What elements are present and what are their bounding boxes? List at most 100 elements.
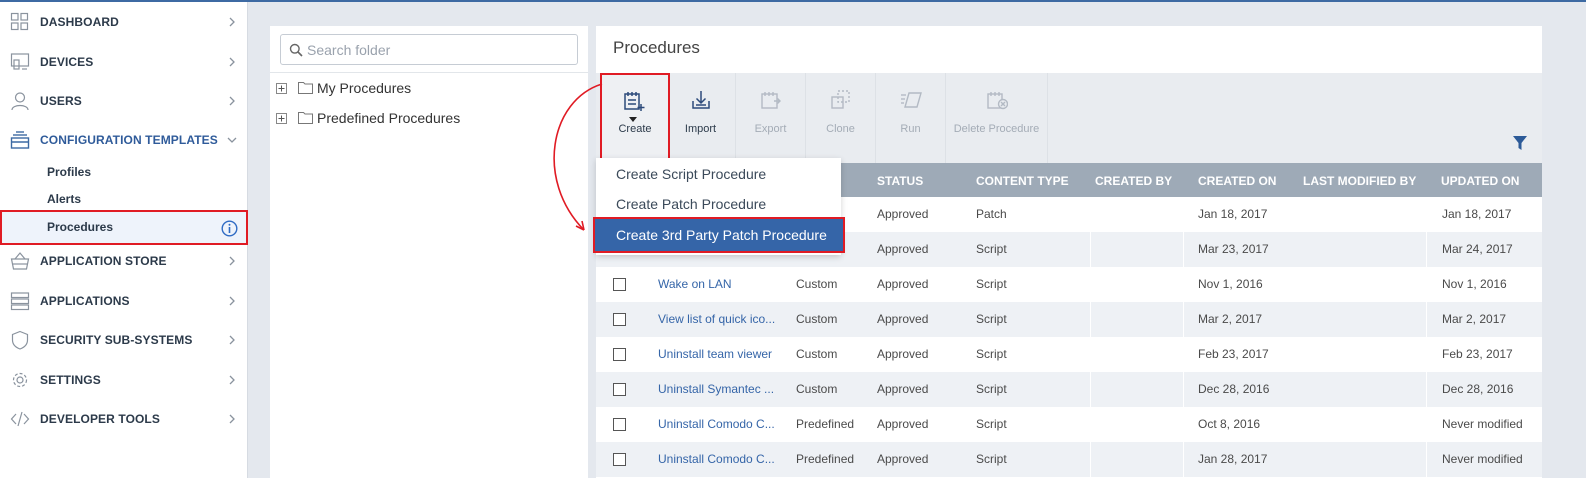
- column-separator: [1090, 302, 1091, 337]
- caret-down-icon: [629, 117, 637, 122]
- cell-name-link[interactable]: Uninstall team viewer: [658, 347, 772, 361]
- expand-plus-icon[interactable]: [276, 83, 287, 94]
- export-button[interactable]: Export: [736, 73, 806, 163]
- table-row[interactable]: Uninstall Comodo C... Predefined Approve…: [596, 407, 1542, 442]
- cell-created-on: Feb 23, 2017: [1198, 347, 1269, 361]
- clone-button[interactable]: Clone: [806, 73, 876, 163]
- menu-item-create-patch-procedure[interactable]: Create Patch Procedure: [596, 189, 841, 218]
- cell-type: Custom: [796, 347, 838, 361]
- nav-settings[interactable]: SETTINGS: [0, 362, 248, 398]
- cell-type: Custom: [796, 277, 838, 291]
- nav-application-store-label: APPLICATION STORE: [40, 254, 167, 268]
- cell-name-link[interactable]: Uninstall Comodo C...: [658, 452, 775, 466]
- cell-status: Approved: [877, 207, 929, 221]
- info-icon[interactable]: [221, 220, 238, 237]
- row-checkbox[interactable]: [613, 278, 626, 291]
- cell-content-type: Script: [976, 347, 1007, 361]
- chevron-right-icon: [229, 375, 235, 385]
- gear-icon: [12, 372, 28, 388]
- create-button[interactable]: Create: [600, 73, 670, 163]
- row-checkbox[interactable]: [613, 383, 626, 396]
- row-checkbox[interactable]: [613, 418, 626, 431]
- divider: [270, 72, 588, 73]
- table-row[interactable]: Uninstall team viewer Custom Approved Sc…: [596, 337, 1542, 372]
- cell-name-link[interactable]: Wake on LAN: [658, 277, 732, 291]
- nav-users[interactable]: USERS: [0, 83, 248, 119]
- devices-icon: [10, 53, 30, 70]
- cell-updated-on: Mar 2, 2017: [1442, 312, 1507, 326]
- column-header-created-by[interactable]: CREATED BY: [1095, 174, 1172, 188]
- column-separator: [1426, 372, 1427, 407]
- column-header-last-modified-by[interactable]: LAST MODIFIED BY: [1303, 174, 1416, 188]
- cell-created-on: Mar 2, 2017: [1198, 312, 1263, 326]
- run-button[interactable]: Run: [876, 73, 946, 163]
- tree-item-predefined-procedures[interactable]: Predefined Procedures: [276, 108, 576, 130]
- cell-name-link[interactable]: Uninstall Symantec ...: [658, 382, 774, 396]
- nav-security-sub-systems[interactable]: SECURITY SUB-SYSTEMS: [0, 322, 248, 358]
- column-separator: [1426, 232, 1427, 267]
- nav-developer-tools[interactable]: DEVELOPER TOOLS: [0, 401, 248, 437]
- chevron-right-icon: [229, 57, 235, 67]
- import-button[interactable]: Import: [666, 73, 736, 163]
- cell-name-link[interactable]: View list of quick ico...: [658, 312, 775, 326]
- subnav-profiles[interactable]: Profiles: [0, 159, 248, 186]
- cell-updated-on: Jan 18, 2017: [1442, 207, 1512, 221]
- nav-devices[interactable]: DEVICES: [0, 44, 248, 80]
- cell-created-on: Jan 28, 2017: [1198, 452, 1268, 466]
- cell-updated-on: Mar 24, 2017: [1442, 242, 1513, 256]
- table-row[interactable]: Uninstall Symantec ... Custom Approved S…: [596, 372, 1542, 407]
- cell-updated-on: Feb 23, 2017: [1442, 347, 1513, 361]
- nav-configuration-templates[interactable]: CONFIGURATION TEMPLATES: [0, 122, 248, 158]
- import-icon: [692, 91, 710, 109]
- column-header-created-on[interactable]: CREATED ON: [1198, 174, 1276, 188]
- nav-developer-tools-label: DEVELOPER TOOLS: [40, 412, 160, 426]
- column-header-content-type[interactable]: CONTENT TYPE: [976, 174, 1069, 188]
- folder-icon: [298, 82, 313, 94]
- table-row[interactable]: View list of quick ico... Custom Approve…: [596, 302, 1542, 337]
- nav-application-store[interactable]: APPLICATION STORE: [0, 243, 248, 279]
- filter-icon[interactable]: [1512, 135, 1528, 151]
- folder-icon: [298, 112, 313, 124]
- cell-updated-on: Never modified: [1442, 417, 1523, 431]
- cell-created-on: Dec 28, 2016: [1198, 382, 1270, 396]
- menu-item-create-script-procedure[interactable]: Create Script Procedure: [596, 159, 841, 188]
- expand-plus-icon[interactable]: [276, 113, 287, 124]
- templates-icon: [10, 131, 30, 149]
- dashboard-grid-icon: [10, 12, 29, 31]
- applications-icon: [10, 292, 30, 311]
- column-separator: [1426, 442, 1427, 477]
- column-header-status[interactable]: STATUS: [877, 174, 923, 188]
- cell-name-link[interactable]: Uninstall Comodo C...: [658, 417, 775, 431]
- nav-applications[interactable]: APPLICATIONS: [0, 283, 248, 319]
- chevron-right-icon: [229, 335, 235, 345]
- cell-status: Approved: [877, 312, 929, 326]
- user-icon: [11, 92, 29, 111]
- column-separator: [1183, 302, 1184, 337]
- row-checkbox[interactable]: [613, 348, 626, 361]
- folder-search-input[interactable]: [307, 38, 567, 62]
- nav-settings-label: SETTINGS: [40, 373, 101, 387]
- subnav-alerts[interactable]: Alerts: [0, 186, 248, 213]
- nav-dashboard[interactable]: DASHBOARD: [0, 4, 248, 40]
- subnav-procedures[interactable]: Procedures: [0, 210, 248, 245]
- chevron-right-icon: [229, 256, 235, 266]
- cell-status: Approved: [877, 277, 929, 291]
- menu-item-label: Create 3rd Party Patch Procedure: [616, 227, 827, 243]
- subnav-profiles-label: Profiles: [47, 165, 92, 179]
- menu-item-create-3rd-party-patch-procedure[interactable]: Create 3rd Party Patch Procedure: [593, 217, 845, 253]
- table-row[interactable]: Uninstall Comodo C... Predefined Approve…: [596, 442, 1542, 477]
- search-icon: [289, 43, 303, 57]
- column-header-updated-on[interactable]: UPDATED ON: [1441, 174, 1519, 188]
- cell-content-type: Script: [976, 242, 1007, 256]
- delete-procedure-button[interactable]: Delete Procedure: [946, 73, 1048, 163]
- row-checkbox[interactable]: [613, 453, 626, 466]
- table-row[interactable]: Wake on LAN Custom Approved Script Nov 1…: [596, 267, 1542, 302]
- row-checkbox[interactable]: [613, 313, 626, 326]
- clone-icon: [831, 90, 850, 109]
- folder-search[interactable]: [280, 34, 578, 65]
- tree-item-my-procedures[interactable]: My Procedures: [276, 78, 576, 100]
- column-separator: [1090, 372, 1091, 407]
- folder-panel: My Procedures Predefined Procedures: [270, 26, 588, 478]
- create-icon: [624, 92, 645, 111]
- cell-content-type: Script: [976, 417, 1007, 431]
